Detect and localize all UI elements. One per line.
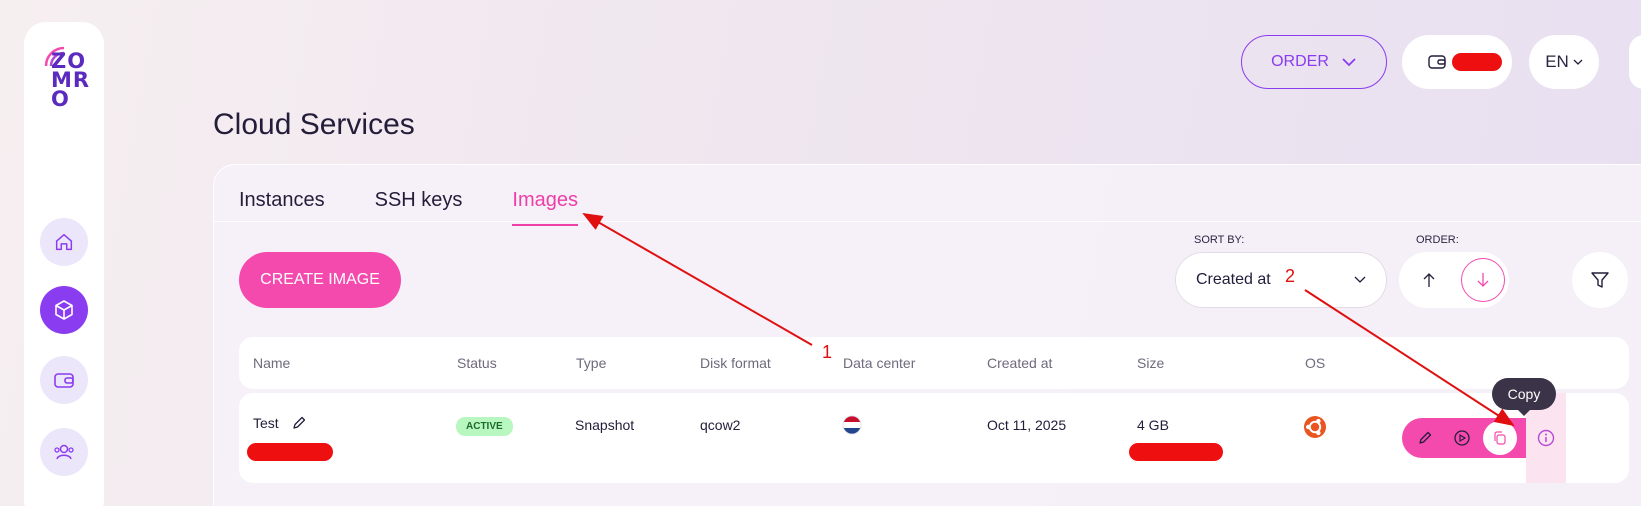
create-image-button[interactable]: CREATE IMAGE <box>239 252 401 308</box>
column-header-os[interactable]: OS <box>1305 355 1325 371</box>
column-header-status[interactable]: Status <box>457 355 497 371</box>
arrow-down-icon <box>1477 273 1489 287</box>
balance-button[interactable] <box>1402 35 1512 89</box>
sidebar-item-home[interactable] <box>40 218 88 266</box>
order-descending-button[interactable] <box>1461 258 1505 302</box>
filter-icon <box>1591 272 1609 288</box>
wallet-icon <box>54 373 74 388</box>
column-header-size[interactable]: Size <box>1137 355 1164 371</box>
chevron-down-icon <box>1342 58 1356 67</box>
image-size: 4 GB <box>1137 417 1169 433</box>
column-header-disk-format[interactable]: Disk format <box>700 355 771 371</box>
image-type: Snapshot <box>575 417 635 433</box>
language-selector[interactable]: EN <box>1529 35 1599 89</box>
play-circle-icon <box>1454 430 1470 446</box>
edit-button[interactable] <box>1408 421 1442 455</box>
arrow-up-icon <box>1423 273 1435 287</box>
images-panel: Instances SSH keys Images CREATE IMAGE S… <box>213 164 1641 506</box>
name-redaction <box>247 443 333 461</box>
column-header-data-center[interactable]: Data center <box>843 355 915 371</box>
image-name: Test <box>253 415 279 431</box>
table-row[interactable]: Test ACTIVE Snapshot qcow2 Oct 11, 2025 … <box>239 393 1629 483</box>
column-header-type[interactable]: Type <box>576 355 606 371</box>
size-redaction <box>1129 443 1223 461</box>
cube-icon <box>55 300 73 320</box>
order-ascending-button[interactable] <box>1407 258 1451 302</box>
wallet-icon <box>1428 55 1446 69</box>
sidebar-item-users[interactable] <box>40 428 88 476</box>
table-header: Name Status Type Disk format Data center… <box>239 337 1629 389</box>
sidebar: ZO MR O <box>24 22 104 506</box>
column-header-created-at[interactable]: Created at <box>987 355 1052 371</box>
copy-tooltip: Copy <box>1492 378 1556 416</box>
order-dropdown-button[interactable]: ORDER <box>1241 35 1387 89</box>
sidebar-item-cloud[interactable] <box>40 286 88 334</box>
logo-text: ZO MR O <box>51 49 91 111</box>
status-badge: ACTIVE <box>456 417 513 436</box>
tabs-divider <box>214 221 1641 222</box>
sort-by-label: SORT BY: <box>1194 234 1245 246</box>
order-toggle-group <box>1399 252 1509 308</box>
pencil-icon[interactable] <box>291 415 307 431</box>
zomro-logo[interactable]: ZO MR O <box>40 42 92 126</box>
pencil-icon <box>1419 431 1431 444</box>
user-menu-button[interactable] <box>1629 35 1641 89</box>
page-title: Cloud Services <box>213 108 415 141</box>
sidebar-item-wallet[interactable] <box>40 356 88 404</box>
language-label: EN <box>1545 52 1569 71</box>
users-icon <box>54 444 74 460</box>
order-button-label: ORDER <box>1271 53 1329 70</box>
sort-by-select[interactable]: Created at <box>1175 252 1387 308</box>
image-created-at: Oct 11, 2025 <box>987 417 1067 433</box>
filter-button[interactable] <box>1572 252 1628 308</box>
order-label: ORDER: <box>1416 234 1459 246</box>
sort-by-value: Created at <box>1196 271 1271 288</box>
copy-icon <box>1494 431 1506 445</box>
column-header-name[interactable]: Name <box>253 355 290 371</box>
balance-redaction <box>1452 53 1502 71</box>
launch-button[interactable] <box>1445 421 1479 455</box>
image-disk-format: qcow2 <box>700 417 741 433</box>
chevron-down-icon <box>1573 59 1583 65</box>
home-icon <box>55 233 73 251</box>
info-icon[interactable] <box>1537 429 1555 447</box>
chevron-down-icon <box>1354 276 1366 283</box>
ubuntu-icon <box>1304 416 1326 438</box>
copy-button[interactable] <box>1482 421 1517 455</box>
netherlands-flag-icon <box>842 415 862 435</box>
